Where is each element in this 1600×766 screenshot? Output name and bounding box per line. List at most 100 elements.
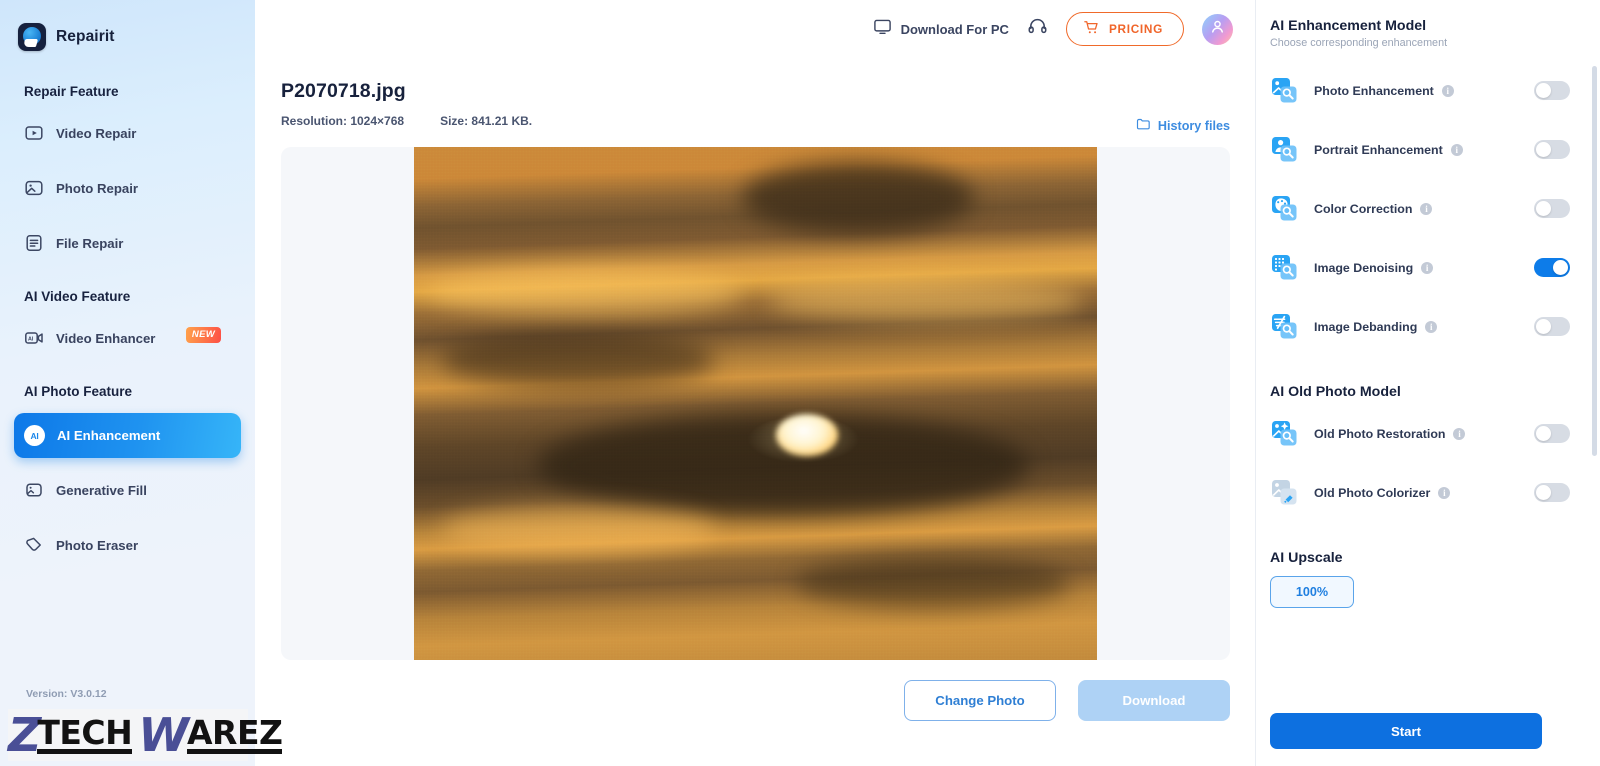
model-row-old-photo-colorizer[interactable]: Old Photo Colorizer i (1270, 463, 1570, 522)
folder-icon (1136, 117, 1151, 135)
info-icon[interactable]: i (1421, 261, 1434, 274)
generative-fill-icon (24, 480, 44, 500)
cloud-shape (441, 506, 715, 553)
preview-photo (414, 147, 1097, 660)
pricing-button[interactable]: PRICING (1065, 12, 1184, 46)
toggle-image-denoising[interactable] (1534, 258, 1570, 277)
info-icon[interactable]: i (1453, 427, 1466, 440)
eraser-icon (24, 535, 44, 555)
watermark-text: TECH (37, 713, 133, 754)
color-correction-icon (1271, 195, 1298, 222)
model-row-portrait-enhancement[interactable]: Portrait Enhancement i (1270, 120, 1570, 179)
section-title-old-photo: AI Old Photo Model (1270, 384, 1401, 400)
file-resolution: Resolution: 1024×768 (281, 114, 405, 128)
top-bar: Download For PC PRICING (255, 0, 1255, 58)
panel-subtitle: Choose corresponding enhancement (1270, 37, 1448, 49)
app-version: Version: V3.0.12 (26, 688, 107, 700)
page-title: P2070718.jpg (281, 80, 406, 102)
cloud-shape (536, 413, 1029, 517)
old-photo-restoration-icon (1271, 420, 1298, 447)
file-info: P2070718.jpg Resolution: 1024×768 Size: … (281, 80, 532, 128)
sidebar-item-photo-eraser[interactable]: Photo Eraser (14, 525, 241, 565)
file-meta: Resolution: 1024×768 Size: 841.21 KB. (281, 114, 532, 128)
sidebar-item-photo-repair[interactable]: Photo Repair (14, 168, 241, 208)
sun-shape (775, 413, 838, 456)
watermark-overlay: Z TECH W AREZ (8, 708, 283, 762)
sidebar-item-video-enhancer[interactable]: AI Video Enhancer NEW (14, 318, 241, 358)
model-row-image-debanding[interactable]: Image Debanding i (1270, 297, 1570, 356)
info-icon[interactable]: i (1420, 202, 1433, 215)
info-icon[interactable]: i (1450, 143, 1463, 156)
photo-enhancement-icon (1271, 77, 1298, 104)
sidebar-item-generative-fill[interactable]: Generative Fill (14, 470, 241, 510)
sidebar-item-label: Photo Repair (56, 180, 139, 196)
sidebar-item-file-repair[interactable]: File Repair (14, 223, 241, 263)
nav-group-title-repair: Repair Feature (24, 84, 119, 99)
toggle-image-debanding[interactable] (1534, 317, 1570, 336)
cloud-shape (741, 162, 975, 235)
sidebar-item-video-repair[interactable]: Video Repair (14, 113, 241, 153)
file-size: Size: 841.21 KB. (440, 114, 533, 128)
sidebar-item-label: Photo Eraser (56, 537, 139, 553)
upscale-option-100[interactable]: 100% (1270, 576, 1354, 608)
model-row-photo-enhancement[interactable]: Photo Enhancement i (1270, 61, 1570, 120)
nav-group-title-ai-photo: AI Photo Feature (24, 384, 133, 399)
watermark-text: Z (8, 708, 42, 762)
avatar[interactable] (1202, 13, 1233, 45)
file-doc-icon (24, 233, 44, 253)
cloud-shape (427, 270, 742, 317)
image-preview-container[interactable] (281, 147, 1230, 660)
sidebar-item-label: File Repair (56, 235, 124, 251)
model-row-old-photo-restoration[interactable]: Old Photo Restoration i (1270, 404, 1570, 463)
main-column: Download For PC PRICING P2070718.jpg Res… (255, 0, 1255, 766)
model-label: Photo Enhancement (1314, 83, 1434, 98)
panel-scrollbar[interactable] (1592, 66, 1597, 456)
info-icon[interactable]: i (1441, 84, 1454, 97)
info-icon[interactable]: i (1438, 486, 1451, 499)
toggle-portrait-enhancement[interactable] (1534, 140, 1570, 159)
action-buttons: Change Photo Download (281, 660, 1230, 721)
download-button: Download (1078, 680, 1230, 721)
history-files-label: History files (1157, 119, 1230, 133)
image-denoising-icon (1271, 254, 1298, 281)
toggle-color-correction[interactable] (1534, 199, 1570, 218)
brand: Repairit (0, 0, 255, 58)
watermark-text: W (138, 708, 189, 762)
svg-text:AI: AI (28, 337, 34, 343)
nav-group-title-ai-video: AI Video Feature (24, 289, 131, 304)
right-panel: AI Enhancement Model Choose correspondin… (1255, 0, 1600, 766)
change-photo-button[interactable]: Change Photo (904, 680, 1056, 721)
user-avatar-icon (1209, 18, 1226, 40)
file-header: P2070718.jpg Resolution: 1024×768 Size: … (281, 80, 1230, 135)
toggle-old-photo-colorizer[interactable] (1534, 483, 1570, 502)
app-window: Repairit Repair Feature Video Repair Pho… (0, 0, 1600, 766)
model-label: Old Photo Colorizer (1314, 485, 1431, 500)
sidebar-item-ai-enhancement[interactable]: AI AI Enhancement (14, 413, 241, 458)
cloud-shape (769, 280, 1084, 322)
model-label: Image Denoising (1314, 260, 1414, 275)
old-photo-model-list: Old Photo Restoration i Old Photo Colori… (1270, 404, 1570, 522)
history-files-link[interactable]: History files (1136, 117, 1230, 135)
image-debanding-icon (1271, 313, 1298, 340)
portrait-enhancement-icon (1271, 136, 1298, 163)
model-label: Portrait Enhancement (1314, 142, 1443, 157)
model-label: Image Debanding (1314, 319, 1418, 334)
model-row-image-denoising[interactable]: Image Denoising i (1270, 238, 1570, 297)
toggle-old-photo-restoration[interactable] (1534, 424, 1570, 443)
toggle-photo-enhancement[interactable] (1534, 81, 1570, 100)
model-row-color-correction[interactable]: Color Correction i (1270, 179, 1570, 238)
status-badge-new: NEW (185, 327, 221, 343)
panel-title: AI Enhancement Model (1270, 18, 1427, 34)
old-photo-colorizer-icon (1271, 479, 1298, 506)
support-button[interactable] (1027, 16, 1048, 42)
repairit-logo-icon (18, 22, 46, 51)
sidebar-item-label: Video Repair (56, 125, 137, 141)
cloud-shape (441, 331, 715, 389)
model-label: Color Correction (1314, 201, 1413, 216)
sidebar: Repairit Repair Feature Video Repair Pho… (0, 0, 283, 766)
download-for-pc-label: Download For PC (900, 21, 1009, 37)
section-title-ai-upscale: AI Upscale (1270, 550, 1343, 566)
start-button[interactable]: Start (1270, 713, 1542, 749)
info-icon[interactable]: i (1425, 320, 1438, 333)
download-for-pc-link[interactable]: Download For PC (873, 17, 1009, 41)
